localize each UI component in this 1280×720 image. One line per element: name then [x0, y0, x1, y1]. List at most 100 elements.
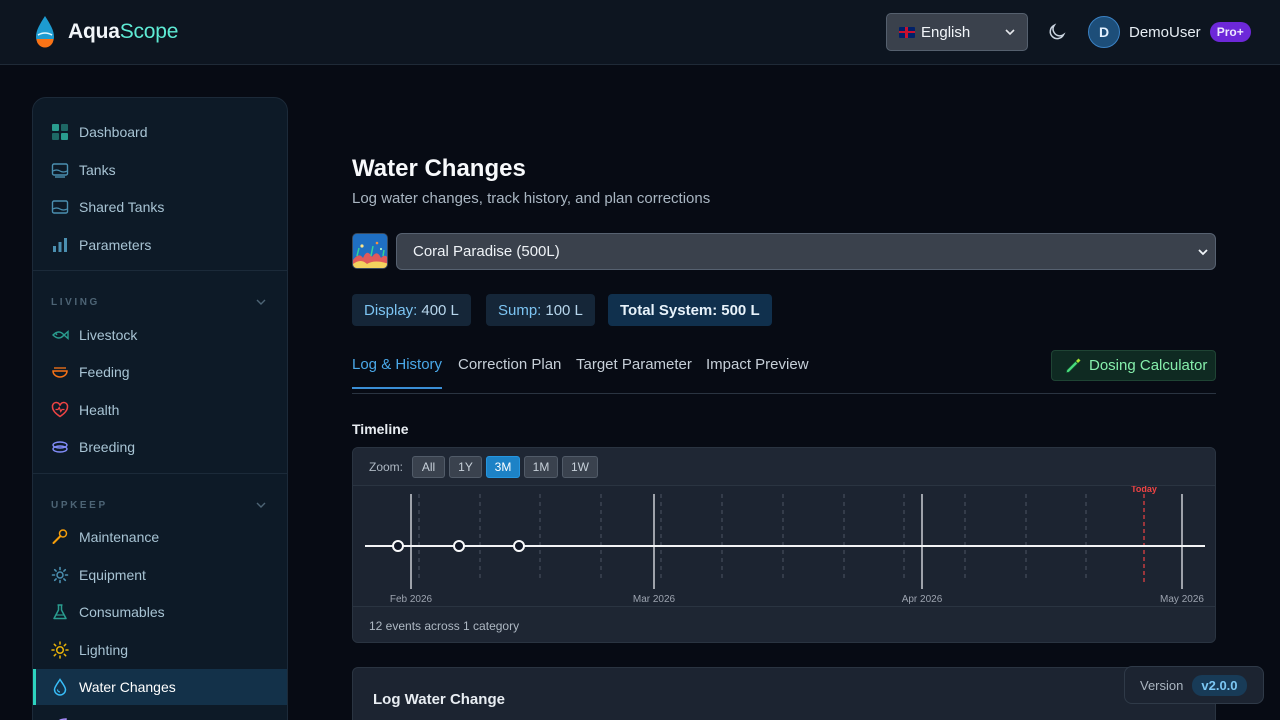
reef-image-icon: [353, 234, 387, 268]
wrench-icon: [52, 529, 68, 544]
chevron-down-icon[interactable]: [255, 296, 267, 308]
uk-flag-icon: [899, 26, 915, 38]
today-label: Today: [1131, 486, 1157, 494]
language-value: English: [921, 23, 971, 41]
username: DemoUser: [1129, 23, 1201, 41]
droplet-logo-icon: [36, 16, 54, 48]
page-subtitle: Log water changes, track history, and pl…: [352, 190, 711, 207]
sidebar: Dashboard Tanks Shared Tanks Parameters …: [32, 97, 288, 720]
sidebar-item-water-changes[interactable]: Water Changes: [33, 669, 287, 705]
moon-icon[interactable]: [1048, 23, 1066, 41]
timeline-summary: 12 events across 1 category: [369, 619, 520, 633]
sidebar-item-health[interactable]: Health: [33, 392, 287, 428]
sidebar-item-shared-tanks[interactable]: Shared Tanks: [33, 189, 287, 225]
user-menu[interactable]: D DemoUser Pro+: [1088, 16, 1251, 48]
sidebar-item-label: Parameters: [79, 237, 152, 253]
tab-log-history[interactable]: Log & History: [352, 356, 443, 389]
sidebar-item-label: Shared Tanks: [79, 199, 165, 215]
chevron-down-icon: [1198, 249, 1208, 256]
flask-icon: [53, 604, 67, 620]
version-label: Version: [1140, 677, 1184, 693]
minor-gridlines: [418, 494, 1087, 581]
log-card-title: Log Water Change: [373, 691, 505, 708]
tank-icon: [51, 163, 69, 178]
timeline-event-marker[interactable]: [513, 540, 525, 552]
sidebar-item-label: Dashboard: [79, 124, 148, 140]
grid-icon: [52, 124, 68, 140]
sump-volume-chip: Sump: 100 L: [486, 294, 595, 326]
bowl-icon: [52, 367, 68, 378]
brand[interactable]: AquaScope: [34, 14, 178, 50]
sidebar-item-label: Tanks: [79, 162, 116, 178]
timeline-card: Zoom: All 1Y 3M 1M 1W Today Feb 2026 Mar…: [352, 447, 1216, 643]
sidebar-item-label: Equipment: [79, 567, 146, 583]
tank-select[interactable]: Coral Paradise (500L): [396, 233, 1216, 270]
log-water-change-card: Log Water Change: [352, 667, 1216, 720]
breeding-icon: [52, 441, 68, 453]
heart-icon: [51, 401, 69, 418]
timeline-chart[interactable]: Today Feb 2026 Mar 2026 Apr 2026 May 202…: [353, 486, 1215, 606]
sidebar-item-label: Consumables: [79, 604, 165, 620]
tab-impact-preview[interactable]: Impact Preview: [706, 356, 809, 387]
timeline-footer: 12 events across 1 category: [353, 606, 1215, 642]
avatar: D: [1088, 16, 1120, 48]
total-volume-chip: Total System: 500 L: [608, 294, 772, 326]
divider: [33, 473, 287, 474]
zoom-3m-button[interactable]: 3M: [486, 456, 520, 478]
timeline-event-marker[interactable]: [453, 540, 465, 552]
month-label: Apr 2026: [902, 594, 943, 605]
sidebar-item-label: Livestock: [79, 327, 138, 343]
version-value: v2.0.0: [1192, 674, 1247, 696]
tab-correction-plan[interactable]: Correction Plan: [458, 356, 561, 387]
gear-icon: [51, 566, 69, 584]
droplet-icon: [53, 678, 67, 696]
tab-target-parameter[interactable]: Target Parameter: [576, 356, 692, 387]
dosing-calculator-label: Dosing Calculator: [1089, 357, 1208, 374]
version-badge: Version v2.0.0: [1124, 666, 1264, 704]
sidebar-item-label: Water Changes: [79, 679, 176, 695]
section-title-upkeep: UPKEEP: [51, 500, 108, 511]
sidebar-item-label: Health: [79, 402, 120, 418]
brand-name: AquaScope: [68, 20, 179, 43]
timeline-heading: Timeline: [352, 421, 409, 437]
sidebar-item-breeding[interactable]: Breeding: [33, 429, 287, 465]
chevron-down-icon[interactable]: [255, 499, 267, 511]
fish-icon: [52, 329, 69, 341]
month-label: Mar 2026: [633, 594, 676, 605]
top-bar: AquaScope English D DemoUser Pro+: [0, 0, 1280, 65]
sidebar-item-next[interactable]: [33, 707, 287, 720]
sidebar-item-lighting[interactable]: Lighting: [33, 632, 287, 668]
zoom-1w-button[interactable]: 1W: [562, 456, 598, 478]
chart-icon: [53, 238, 67, 252]
zoom-1y-button[interactable]: 1Y: [449, 456, 482, 478]
sidebar-item-livestock[interactable]: Livestock: [33, 317, 287, 353]
divider: [33, 270, 287, 271]
sidebar-item-feeding[interactable]: Feeding: [33, 354, 287, 390]
section-title-living: LIVING: [51, 297, 100, 308]
sidebar-item-label: Maintenance: [79, 529, 160, 545]
pipette-icon: [1066, 358, 1081, 373]
sidebar-item-maintenance[interactable]: Maintenance: [33, 519, 287, 555]
tank-thumbnail: [352, 233, 388, 269]
month-lines: [410, 494, 1183, 589]
zoom-all-button[interactable]: All: [412, 456, 445, 478]
zoom-controls: Zoom: All 1Y 3M 1M 1W: [353, 448, 1215, 486]
sidebar-item-label: Feeding: [79, 364, 130, 380]
sidebar-item-equipment[interactable]: Equipment: [33, 557, 287, 593]
timeline-event-marker[interactable]: [392, 540, 404, 552]
shared-tank-icon: [51, 200, 69, 214]
plan-badge: Pro+: [1209, 22, 1251, 42]
sidebar-item-parameters[interactable]: Parameters: [33, 227, 287, 263]
sidebar-item-tanks[interactable]: Tanks: [33, 152, 287, 188]
sidebar-item-dashboard[interactable]: Dashboard: [33, 114, 287, 150]
zoom-1m-button[interactable]: 1M: [524, 456, 558, 478]
zoom-label: Zoom:: [369, 460, 404, 474]
display-volume-chip: Display: 400 L: [352, 294, 471, 326]
page-title: Water Changes: [352, 155, 526, 182]
sun-icon: [51, 641, 69, 659]
leaf-icon: [58, 718, 67, 720]
sidebar-item-consumables[interactable]: Consumables: [33, 594, 287, 630]
language-select[interactable]: English: [886, 13, 1028, 51]
chevron-down-icon: [1005, 29, 1015, 36]
dosing-calculator-button[interactable]: Dosing Calculator: [1051, 350, 1216, 381]
